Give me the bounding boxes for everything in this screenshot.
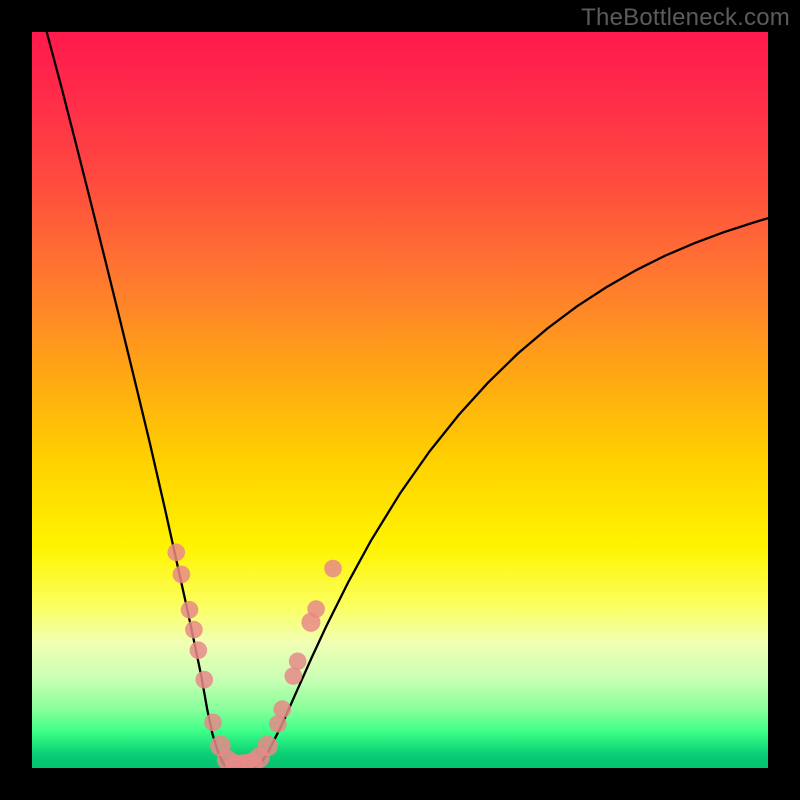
marker-dot [195,671,213,689]
marker-dot [181,601,199,619]
marker-dot [185,621,203,639]
watermark-text: TheBottleneck.com [581,4,790,32]
marker-dot [190,641,208,659]
marker-dot [324,560,342,578]
outer-frame: TheBottleneck.com [0,0,800,800]
marker-dot [273,700,291,718]
marker-dot [204,714,222,732]
marker-dot [167,544,185,562]
marker-dot [257,736,278,757]
bottleneck-curve-path [47,32,768,768]
marker-dot [289,652,307,670]
bottleneck-curve [47,32,768,768]
plot-area [32,32,768,768]
marker-dot [173,566,191,584]
curve-layer [32,32,768,768]
marker-dot [307,600,325,618]
marker-dots [167,544,341,768]
